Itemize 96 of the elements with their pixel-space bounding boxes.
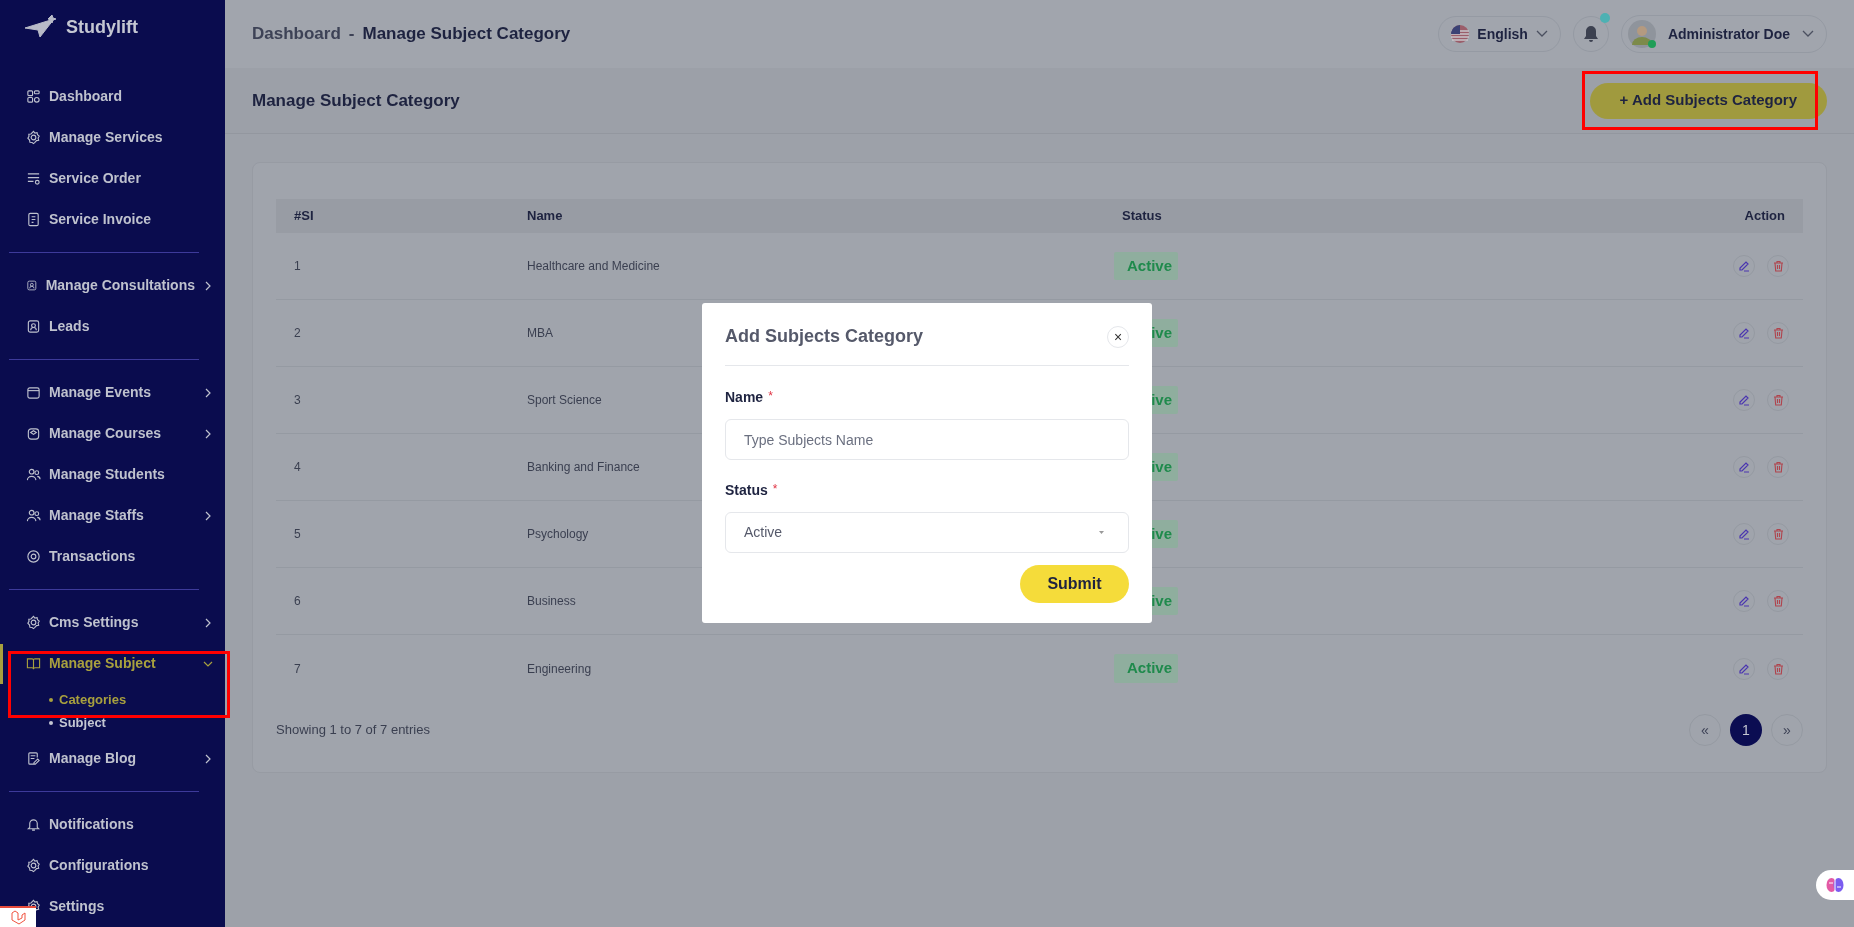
table-cell-text: Business <box>527 593 576 610</box>
table-cell-text: 7 <box>294 660 301 678</box>
sidebar-item[interactable]: Notifications <box>0 804 225 845</box>
table-cell-text: Banking and Finance <box>527 459 640 476</box>
sidebar-item[interactable]: Cms Settings <box>0 602 225 643</box>
table-cell-text: MBA <box>527 325 553 342</box>
status-badge: Active <box>1114 251 1178 281</box>
table-cell-text: 6 <box>294 593 301 610</box>
trash-icon <box>1772 662 1784 675</box>
trash-icon <box>1772 260 1784 272</box>
note-icon <box>26 751 41 766</box>
sidebar-item[interactable]: Service Order <box>0 158 225 199</box>
book-icon <box>26 656 41 671</box>
assistant-widget[interactable] <box>1816 870 1854 900</box>
table-cell-text: 3 <box>294 392 301 409</box>
trash-icon <box>1772 394 1784 406</box>
trash-icon <box>1772 461 1784 473</box>
submit-button[interactable]: Submit <box>1020 565 1129 603</box>
table-cell-text: Psychology <box>527 526 589 543</box>
submenu-item[interactable]: Subject <box>59 712 106 733</box>
pencil-icon <box>1738 662 1750 675</box>
sidebar-item[interactable]: Manage Courses <box>0 413 225 454</box>
table-cell-text: 2 <box>294 325 301 342</box>
page-title: Manage Subject Category <box>252 89 460 112</box>
table-cell-text: 4 <box>294 459 301 476</box>
dialog-title: Add Subjects Category <box>725 325 924 348</box>
table-cell-text: Engineering <box>527 660 592 678</box>
gear-icon <box>26 858 41 873</box>
sidebar-item[interactable]: Service Invoice <box>0 199 225 240</box>
sidebar-item[interactable]: Manage Subject <box>0 643 225 684</box>
breadcrumb-current: Manage Subject Category <box>362 23 571 46</box>
sidebar-item[interactable]: Manage Consultations <box>0 265 225 306</box>
column-header: Status <box>1122 207 1163 226</box>
column-header: Name <box>527 207 564 226</box>
id-card-icon <box>26 319 41 334</box>
trash-icon <box>1772 595 1784 607</box>
sidebar-item[interactable]: Manage Students <box>0 454 225 495</box>
sidebar-item[interactable]: Manage Services <box>0 117 225 158</box>
list-icon <box>26 171 41 186</box>
flag-icon <box>1451 25 1470 43</box>
trash-icon <box>1772 528 1784 540</box>
pencil-icon <box>1738 461 1750 473</box>
sidebar-item[interactable]: Manage Blog <box>0 738 225 779</box>
table-cell-text: 5 <box>294 526 301 543</box>
sidebar-item[interactable]: Manage Staffs <box>0 495 225 536</box>
entries-info: Showing 1 to 7 of 7 entries <box>276 721 430 740</box>
required-mark: * <box>768 388 773 405</box>
bullet-icon <box>49 697 53 702</box>
table-cell-text: Healthcare and Medicine <box>527 258 660 275</box>
grid-icon <box>26 89 41 104</box>
gear-icon <box>26 615 41 630</box>
breadcrumb-link[interactable]: Dashboard <box>252 21 341 47</box>
pencil-icon <box>1738 595 1750 607</box>
input-field[interactable]: Type Subjects Name <box>725 419 1129 460</box>
cap-icon <box>26 426 41 441</box>
calendar-icon <box>26 385 41 400</box>
users-icon <box>26 508 41 523</box>
add-subjects-category-button[interactable]: + Add Subjects Category <box>1589 82 1827 119</box>
gear-icon <box>26 130 41 145</box>
table-cell-text: 1 <box>294 258 301 275</box>
pencil-icon <box>1738 327 1750 339</box>
users-icon <box>26 467 41 482</box>
caret-icon <box>1099 531 1104 534</box>
laravel-icon <box>10 909 26 926</box>
chevron-down-icon <box>1535 30 1548 38</box>
breadcrumb-separator: - <box>348 23 355 46</box>
trash-icon <box>1772 327 1784 339</box>
chevron-down-icon <box>1802 30 1814 38</box>
required-mark: * <box>772 481 778 498</box>
sidebar-item[interactable]: Transactions <box>0 536 225 577</box>
bell-icon <box>1582 25 1599 43</box>
receipt-icon <box>26 212 41 227</box>
field-label: Status <box>725 481 768 500</box>
column-header: #SI <box>294 207 315 226</box>
pencil-icon <box>1738 394 1750 406</box>
sidebar-item[interactable]: Manage Events <box>0 372 225 413</box>
status-badge: Active <box>1114 654 1178 683</box>
bell-icon <box>26 817 41 832</box>
sidebar-item[interactable]: Leads <box>0 306 225 347</box>
bullet-icon <box>49 720 53 725</box>
debug-toast[interactable] <box>0 906 36 927</box>
pencil-icon <box>1738 260 1750 272</box>
brain-icon <box>1826 877 1844 893</box>
pencil-icon <box>1738 528 1750 540</box>
sidebar-item[interactable]: Dashboard <box>0 76 225 117</box>
table-cell-text: Sport Science <box>527 392 602 409</box>
id-card-icon <box>26 278 38 293</box>
sidebar-item[interactable]: Configurations <box>0 845 225 886</box>
coin-icon <box>26 549 41 564</box>
page-button[interactable]: 1 <box>1730 714 1762 746</box>
submenu-item[interactable]: Categories <box>59 689 127 710</box>
avatar-icon <box>1627 20 1656 48</box>
status-select[interactable]: Active <box>725 512 1129 553</box>
field-label: Name <box>725 388 764 407</box>
column-header: Action <box>1743 207 1785 226</box>
brand-name: Studylift <box>66 16 138 39</box>
